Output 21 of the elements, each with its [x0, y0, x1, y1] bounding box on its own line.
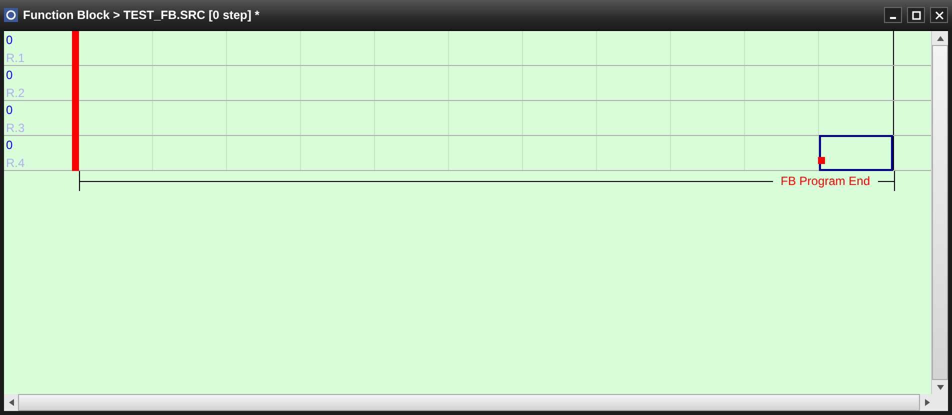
step-number: 0 — [6, 68, 14, 82]
step-number: 0 — [6, 33, 14, 47]
scroll-up-icon[interactable] — [936, 34, 944, 42]
step-number: 0 — [6, 103, 14, 117]
rung-label: R.4 — [6, 156, 26, 170]
maximize-icon — [912, 10, 920, 20]
step-number: 0 — [6, 138, 14, 152]
minimize-button[interactable] — [884, 7, 902, 23]
scroll-right-icon[interactable] — [924, 399, 930, 406]
maximize-button[interactable] — [907, 7, 925, 23]
rung-label: R.2 — [6, 86, 26, 100]
window-title: Function Block > TEST_FB.SRC [0 step] * — [23, 8, 260, 22]
scroll-left-icon[interactable] — [8, 399, 14, 406]
rung-label: R.3 — [6, 121, 26, 135]
close-button[interactable] — [930, 7, 948, 23]
app-icon — [4, 8, 18, 22]
cursor-marker — [818, 157, 825, 164]
end-label: FB Program End — [780, 174, 871, 188]
rung-label: R.1 — [6, 51, 26, 65]
scroll-down-icon[interactable] — [936, 384, 944, 390]
close-icon — [934, 10, 944, 20]
